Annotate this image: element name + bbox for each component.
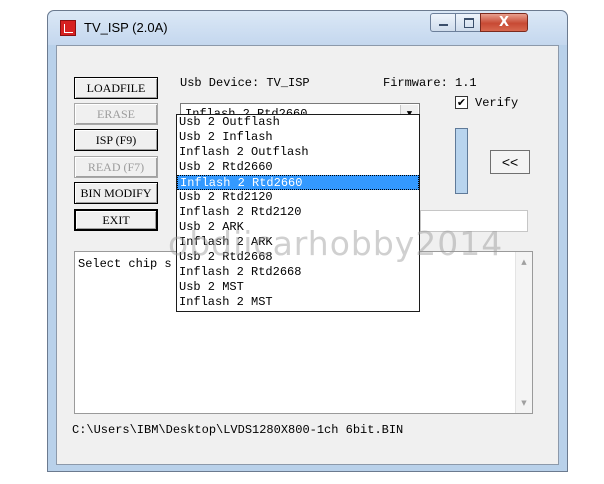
- dropdown-option[interactable]: Usb 2 Inflash: [177, 130, 419, 145]
- isp-button[interactable]: ISP (F9): [74, 129, 158, 151]
- erase-button[interactable]: ERASE: [74, 103, 158, 125]
- dropdown-option[interactable]: Usb 2 Outflash: [177, 115, 419, 130]
- vertical-progress-bar: [455, 128, 468, 194]
- scroll-down-icon[interactable]: ▼: [516, 395, 532, 411]
- watermark-text: obdiicarhobby2014: [168, 224, 504, 263]
- file-path-label: C:\Users\IBM\Desktop\LVDS1280X800-1ch 6b…: [72, 423, 404, 437]
- collapse-button[interactable]: <<: [490, 150, 530, 174]
- log-text: Select chip s: [78, 257, 172, 271]
- close-button[interactable]: X: [480, 13, 528, 32]
- loadfile-button[interactable]: LOADFILE: [74, 77, 158, 99]
- dropdown-option[interactable]: Inflash 2 Rtd2668: [177, 265, 419, 280]
- dropdown-option[interactable]: Usb 2 Rtd2120: [177, 190, 419, 205]
- firmware-label: Firmware: 1.1: [383, 76, 477, 90]
- bin-modify-button[interactable]: BIN MODIFY: [74, 182, 158, 204]
- app-logo-icon: [60, 20, 76, 36]
- dropdown-option[interactable]: Usb 2 Rtd2660: [177, 160, 419, 175]
- minimize-icon: [439, 24, 448, 26]
- window-title: TV_ISP (2.0A): [84, 20, 168, 35]
- dropdown-option[interactable]: Inflash 2 Rtd2660: [177, 175, 419, 190]
- verify-checkbox[interactable]: ✔: [455, 96, 468, 109]
- maximize-icon: [464, 18, 474, 28]
- checkmark-icon: ✔: [456, 96, 467, 109]
- verify-label: Verify: [475, 96, 519, 110]
- scroll-up-icon[interactable]: ▲: [516, 254, 532, 270]
- dropdown-option[interactable]: Inflash 2 Outflash: [177, 145, 419, 160]
- chip-select-dropdown[interactable]: Usb 2 Outflash Usb 2 Inflash Inflash 2 Out…: [176, 114, 420, 312]
- dropdown-option[interactable]: Inflash 2 Rtd2120: [177, 205, 419, 220]
- maximize-button[interactable]: [455, 13, 481, 32]
- close-icon: X: [498, 15, 510, 30]
- dropdown-option[interactable]: Inflash 2 MST: [177, 295, 419, 310]
- title-bar[interactable]: TV_ISP (2.0A) X: [48, 11, 567, 45]
- read-button[interactable]: READ (F7): [74, 156, 158, 178]
- usb-device-label: Usb Device: TV_ISP: [180, 76, 310, 90]
- minimize-button[interactable]: [430, 13, 456, 32]
- log-scrollbar[interactable]: ▲ ▼: [515, 252, 532, 413]
- exit-button[interactable]: EXIT: [74, 209, 158, 231]
- dropdown-option[interactable]: Usb 2 MST: [177, 280, 419, 295]
